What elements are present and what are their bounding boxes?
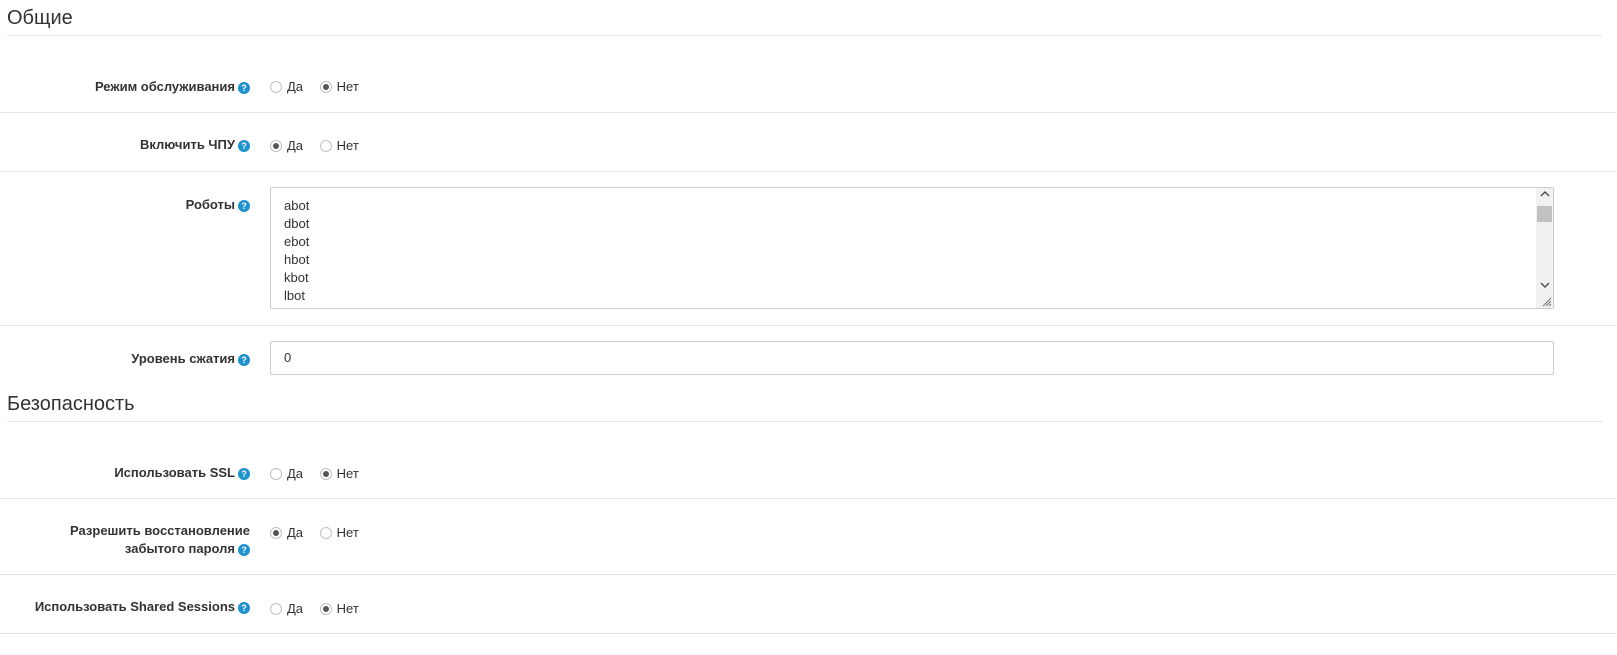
- radio-button[interactable]: [319, 139, 332, 152]
- form-row-shared-sessions: Использовать Shared Sessions? Да Нет: [0, 575, 1617, 634]
- help-icon[interactable]: ?: [238, 82, 250, 94]
- radio-group-maintenance: Да Нет: [270, 79, 372, 96]
- radio-group-password-recovery: Да Нет: [270, 525, 372, 542]
- radio-button[interactable]: [270, 467, 282, 480]
- radio-group-seo-url: Да Нет: [270, 138, 372, 155]
- radio-password-recovery-yes[interactable]: Да: [270, 525, 303, 540]
- radio-group-use-ssl: Да Нет: [270, 466, 372, 483]
- radio-button-checked[interactable]: [270, 139, 282, 152]
- radio-shared-sessions-no[interactable]: Нет: [319, 601, 359, 616]
- form-row-use-ssl: Использовать SSL? Да Нет: [0, 450, 1617, 499]
- radio-button-checked[interactable]: [319, 80, 332, 93]
- compression-input[interactable]: 0: [270, 341, 1554, 375]
- scroll-up-icon[interactable]: [1536, 188, 1553, 205]
- textarea-scrollbar[interactable]: [1536, 188, 1553, 308]
- help-icon[interactable]: ?: [238, 468, 250, 480]
- form-row-password-recovery: Разрешить восстановление забытого пароля…: [0, 499, 1617, 575]
- help-icon[interactable]: ?: [238, 602, 250, 614]
- field-label-shared-sessions: Использовать Shared Sessions?: [35, 598, 250, 616]
- field-label-robots: Роботы?: [186, 196, 250, 214]
- form-row-compression: Уровень сжатия? 0: [0, 326, 1617, 384]
- help-icon[interactable]: ?: [238, 140, 250, 152]
- scrollbar-thumb[interactable]: [1537, 206, 1552, 222]
- field-label-maintenance: Режим обслуживания?: [95, 78, 250, 96]
- radio-group-shared-sessions: Да Нет: [270, 601, 372, 618]
- field-label-use-ssl: Использовать SSL?: [114, 464, 250, 482]
- radio-button[interactable]: [270, 80, 282, 93]
- section-title-security: Безопасность: [7, 393, 1602, 422]
- scroll-down-icon[interactable]: [1536, 279, 1553, 296]
- help-icon[interactable]: ?: [238, 544, 250, 556]
- form-row-robots: Роботы? abot dbot ebot hbot kbot lbot mb…: [0, 172, 1617, 326]
- resize-grip-icon[interactable]: [1542, 297, 1552, 307]
- form-row-maintenance: Режим обслуживания? Да Нет: [0, 63, 1617, 113]
- robots-textarea-content: abot dbot ebot hbot kbot lbot mbot: [284, 198, 313, 308]
- help-icon[interactable]: ?: [238, 200, 250, 212]
- radio-use-ssl-no[interactable]: Нет: [319, 466, 359, 481]
- radio-seo-url-no[interactable]: Нет: [319, 138, 359, 153]
- field-label-password-recovery: Разрешить восстановление забытого пароля…: [70, 523, 250, 556]
- field-label-seo-url: Включить ЧПУ?: [140, 136, 250, 154]
- radio-button[interactable]: [270, 602, 282, 615]
- radio-button-checked[interactable]: [319, 602, 332, 615]
- help-icon[interactable]: ?: [238, 354, 250, 366]
- field-label-compression: Уровень сжатия?: [131, 350, 250, 368]
- radio-seo-url-yes[interactable]: Да: [270, 138, 303, 153]
- radio-use-ssl-yes[interactable]: Да: [270, 466, 303, 481]
- radio-button-checked[interactable]: [319, 467, 332, 480]
- radio-button-checked[interactable]: [270, 526, 282, 539]
- radio-maintenance-no[interactable]: Нет: [319, 79, 359, 94]
- robots-textarea[interactable]: abot dbot ebot hbot kbot lbot mbot: [270, 187, 1554, 309]
- radio-maintenance-yes[interactable]: Да: [270, 79, 303, 94]
- radio-button[interactable]: [319, 526, 332, 539]
- radio-shared-sessions-yes[interactable]: Да: [270, 601, 303, 616]
- radio-password-recovery-no[interactable]: Нет: [319, 525, 359, 540]
- form-row-seo-url: Включить ЧПУ? Да Нет: [0, 113, 1617, 172]
- section-title-general: Общие: [7, 7, 1602, 36]
